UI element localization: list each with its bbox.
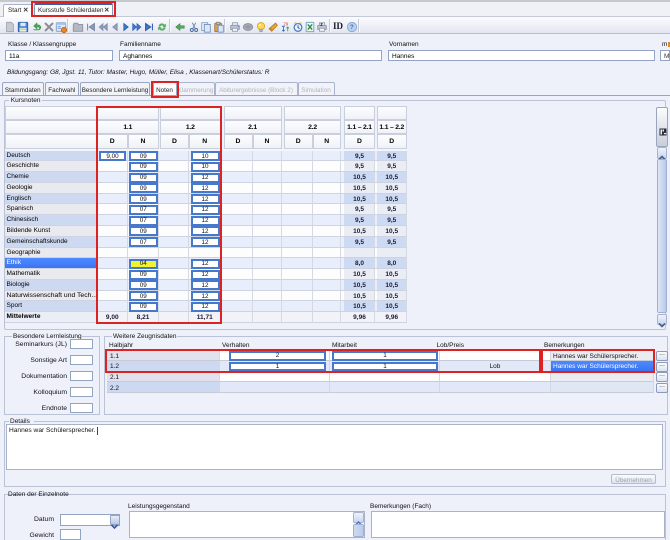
svg-text:z: z <box>320 22 323 28</box>
svg-text:79: 79 <box>283 21 288 26</box>
svg-text:?: ? <box>350 25 354 31</box>
